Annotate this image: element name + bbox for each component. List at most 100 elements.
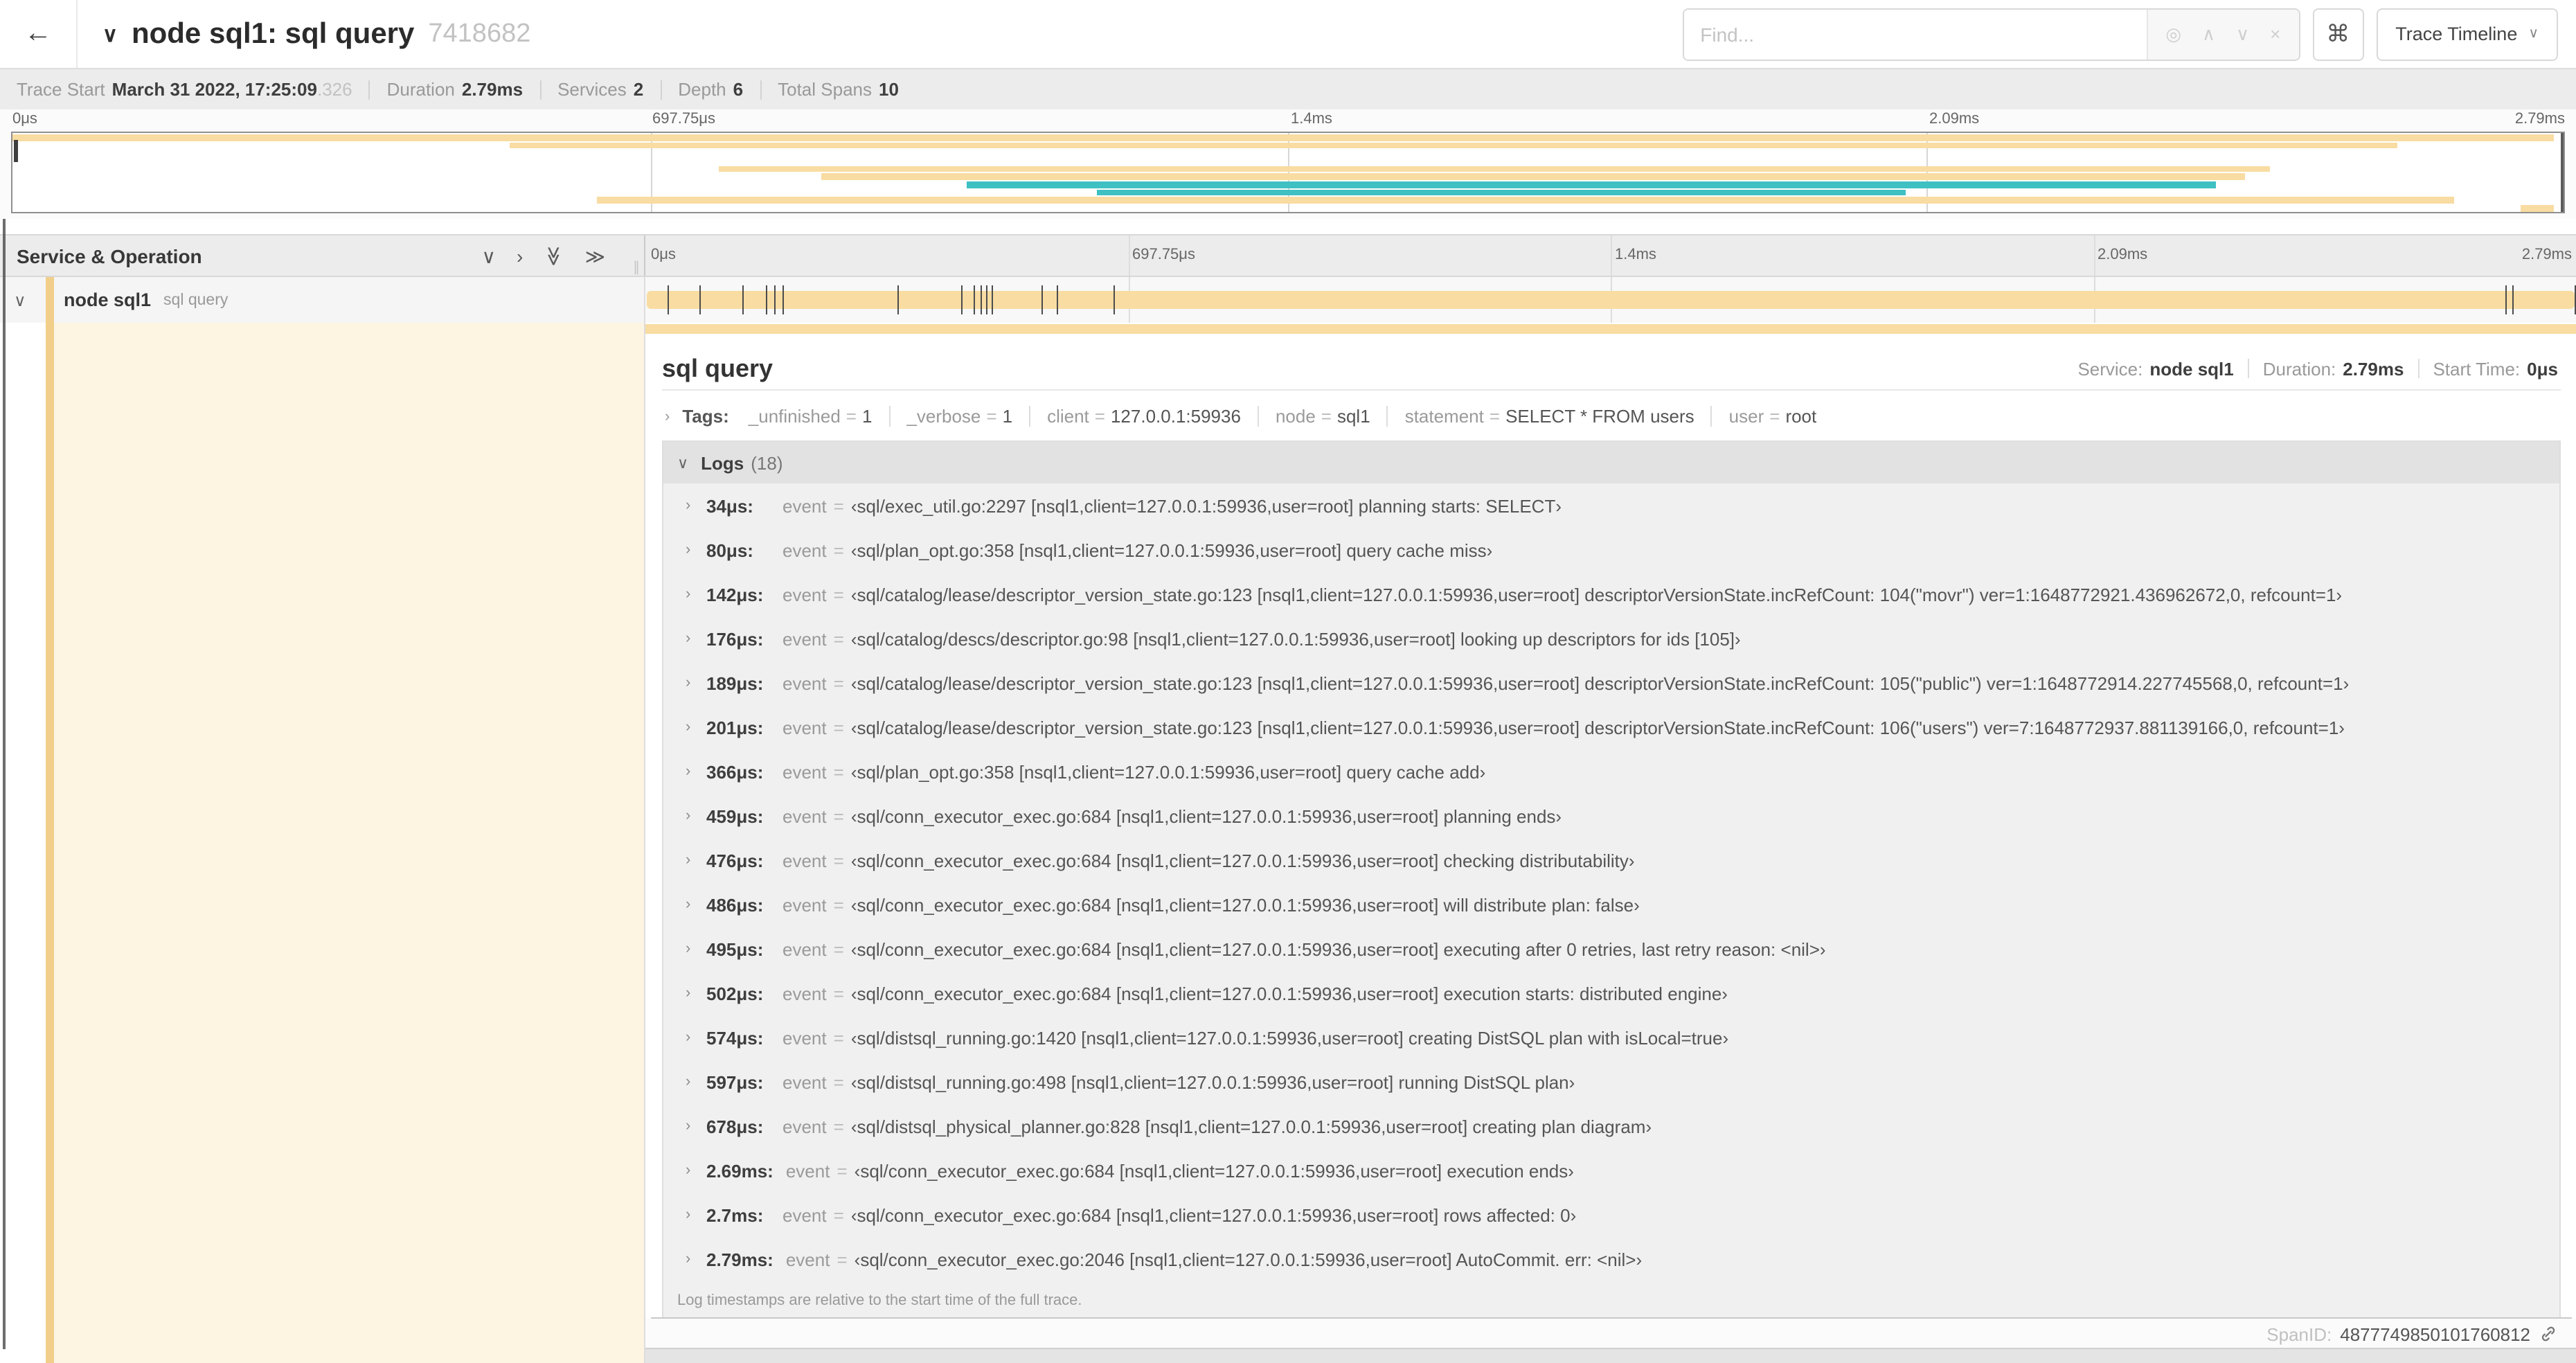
- detail-span-bar[interactable]: [645, 324, 2576, 334]
- clear-find-icon[interactable]: ×: [2270, 24, 2280, 44]
- log-row[interactable]: › 80μs: event = ‹sql/plan_opt.go:358 [nsql1,…: [663, 528, 2559, 572]
- log-expand-icon: ›: [686, 497, 691, 514]
- log-timestamp: 502μs:: [706, 983, 764, 1004]
- log-tick-mark: [765, 285, 767, 314]
- back-button[interactable]: ←: [0, 0, 78, 68]
- log-expand-icon: ›: [686, 542, 691, 558]
- span-color-stripe: [46, 277, 54, 323]
- log-row[interactable]: › 678μs: event = ‹sql/distsql_physical_plann…: [663, 1104, 2559, 1148]
- log-expand-icon: ›: [686, 630, 691, 647]
- trace-page: ← ∨ node sql1: sql query 7418682 ◎ ∧ ∨ × ⌘ …: [0, 0, 2576, 1363]
- log-timestamp: 476μs:: [706, 850, 764, 871]
- tag-item[interactable]: user = root: [1710, 406, 1834, 427]
- log-tick-mark: [986, 285, 988, 314]
- log-row[interactable]: › 495μs: event = ‹sql/conn_executor_exec.go:…: [663, 927, 2559, 971]
- tag-key: node: [1275, 406, 1316, 427]
- log-row[interactable]: › 142μs: event = ‹sql/catalog/lease/descript…: [663, 572, 2559, 616]
- span-meta-label: Service:: [2077, 358, 2143, 379]
- trace-collapse-icon[interactable]: ∨: [102, 21, 118, 46]
- log-row[interactable]: › 176μs: event = ‹sql/catalog/descs/descript…: [663, 616, 2559, 661]
- expand-one-icon[interactable]: ›: [517, 246, 523, 265]
- deep-link-icon[interactable]: [2539, 1324, 2558, 1344]
- log-tick-mark: [2574, 285, 2575, 314]
- span-meta-value: 2.79ms: [2343, 358, 2404, 379]
- find-next-icon[interactable]: ∨: [2236, 23, 2249, 45]
- log-row[interactable]: › 476μs: event = ‹sql/conn_executor_exec.go:…: [663, 838, 2559, 882]
- collapse-one-icon[interactable]: ∨: [482, 246, 497, 265]
- log-equals: =: [833, 850, 844, 871]
- logs-section: ∨ Logs (18) › 34μs: event = ‹sql/exec_util.g…: [662, 440, 2561, 1317]
- log-row[interactable]: › 574μs: event = ‹sql/distsql_running.go:142…: [663, 1015, 2559, 1060]
- log-timestamp: 142μs:: [706, 584, 764, 605]
- span-duration-bar[interactable]: [647, 291, 2575, 309]
- tag-item[interactable]: node = sql1: [1257, 406, 1387, 427]
- log-expand-icon: ›: [686, 852, 691, 868]
- stat-value: 6: [733, 79, 744, 100]
- keyboard-shortcuts-button[interactable]: ⌘: [2312, 8, 2364, 60]
- span-children-collapse-icon[interactable]: ∨: [14, 290, 26, 310]
- stat-value: 2.79ms: [461, 79, 524, 100]
- bottom-scroll-strip[interactable]: [645, 1348, 2576, 1363]
- log-row[interactable]: › 2.7ms: event = ‹sql/conn_executor_exec.go:…: [663, 1193, 2559, 1237]
- tag-item[interactable]: _verbose = 1: [888, 406, 1029, 427]
- log-row[interactable]: › 2.69ms: event = ‹sql/conn_executor_exec.go…: [663, 1148, 2559, 1193]
- find-prev-icon[interactable]: ∧: [2202, 23, 2215, 45]
- meta-divider: [2417, 359, 2420, 378]
- logs-header[interactable]: ∨ Logs (18): [663, 442, 2559, 483]
- locate-icon[interactable]: ◎: [2165, 23, 2181, 45]
- back-arrow-icon: ←: [24, 18, 52, 48]
- log-row[interactable]: › 597μs: event = ‹sql/distsql_running.go:498…: [663, 1060, 2559, 1104]
- log-field-key: event: [782, 495, 827, 516]
- tag-equals: =: [986, 406, 997, 427]
- column-resizer-grip[interactable]: ∥: [633, 260, 640, 276]
- log-row[interactable]: › 201μs: event = ‹sql/catalog/lease/descript…: [663, 705, 2559, 749]
- expand-all-icon[interactable]: ≫: [585, 246, 605, 265]
- find-input[interactable]: [1683, 9, 2147, 59]
- log-timestamp: 495μs:: [706, 938, 764, 959]
- view-selector-button[interactable]: Trace Timeline ∨: [2376, 8, 2558, 60]
- span-bar-track[interactable]: [645, 277, 2576, 323]
- span-row[interactable]: ∨ node sql1 sql query: [0, 277, 2576, 323]
- log-row[interactable]: › 2.79ms: event = ‹sql/conn_executor_exec.go…: [663, 1237, 2559, 1281]
- trace-stats-bar: Trace Start March 31 2022, 17:25:09.326 Du…: [0, 68, 2576, 109]
- log-row[interactable]: › 189μs: event = ‹sql/catalog/lease/descript…: [663, 661, 2559, 705]
- tag-key: _unfinished: [748, 406, 841, 427]
- tag-value: 1: [861, 406, 873, 427]
- tag-value: 1: [1002, 406, 1013, 427]
- log-field-value: ‹sql/distsql_physical_planner.go:828 [ns…: [850, 1116, 1652, 1137]
- viewport-left-scrubber-line[interactable]: [3, 219, 6, 1349]
- tags-row[interactable]: › Tags: _unfinished = 1 _verbose = 1 client = 12…: [662, 406, 2561, 427]
- log-expand-icon: ›: [686, 675, 691, 691]
- minimap-span-bar: [719, 166, 2271, 172]
- timeline-gridline: [1611, 235, 1612, 276]
- log-timestamp: 2.79ms:: [706, 1249, 773, 1270]
- log-row[interactable]: › 459μs: event = ‹sql/conn_executor_exec.go:…: [663, 794, 2559, 838]
- log-field-value: ‹sql/catalog/lease/descriptor_version_st…: [850, 717, 2345, 738]
- collapse-all-icon[interactable]: ≫: [543, 245, 565, 265]
- log-field-value: ‹sql/catalog/lease/descriptor_version_st…: [850, 672, 2350, 693]
- log-tick-mark: [742, 285, 744, 314]
- log-expand-icon: ›: [686, 941, 691, 957]
- log-row[interactable]: › 486μs: event = ‹sql/conn_executor_exec.go:…: [663, 882, 2559, 927]
- log-field-value: ‹sql/conn_executor_exec.go:684 [nsql1,cl…: [850, 894, 1640, 915]
- log-timestamp: 2.7ms:: [706, 1204, 764, 1225]
- minimap-right-drag-handle[interactable]: [2561, 133, 2564, 212]
- log-expand-icon: ›: [686, 763, 691, 780]
- log-field-value: ‹sql/catalog/descs/descriptor.go:98 [nsq…: [850, 628, 1741, 649]
- minimap-left-drag-handle[interactable]: [14, 140, 18, 162]
- tag-item[interactable]: statement = SELECT * FROM users: [1386, 406, 1711, 427]
- minimap-span-bar: [821, 173, 2245, 181]
- log-row[interactable]: › 34μs: event = ‹sql/exec_util.go:2297 [nsql…: [663, 483, 2559, 528]
- log-timestamp: 574μs:: [706, 1027, 764, 1048]
- minimap-canvas[interactable]: [11, 132, 2565, 213]
- chevron-down-icon: ∨: [2528, 26, 2539, 42]
- stat-item: Depth 6: [678, 79, 743, 100]
- tag-item[interactable]: client = 127.0.0.1:59936: [1029, 406, 1258, 427]
- tag-item[interactable]: _unfinished = 1: [732, 406, 889, 427]
- log-field-key: event: [782, 1116, 827, 1137]
- log-expand-icon: ›: [686, 1162, 691, 1179]
- view-selector-label: Trace Timeline: [2395, 24, 2518, 44]
- span-row-label-cell[interactable]: ∨ node sql1 sql query: [0, 277, 645, 323]
- log-row[interactable]: › 502μs: event = ‹sql/conn_executor_exec.go:…: [663, 971, 2559, 1015]
- log-row[interactable]: › 366μs: event = ‹sql/plan_opt.go:358 [nsql1…: [663, 749, 2559, 794]
